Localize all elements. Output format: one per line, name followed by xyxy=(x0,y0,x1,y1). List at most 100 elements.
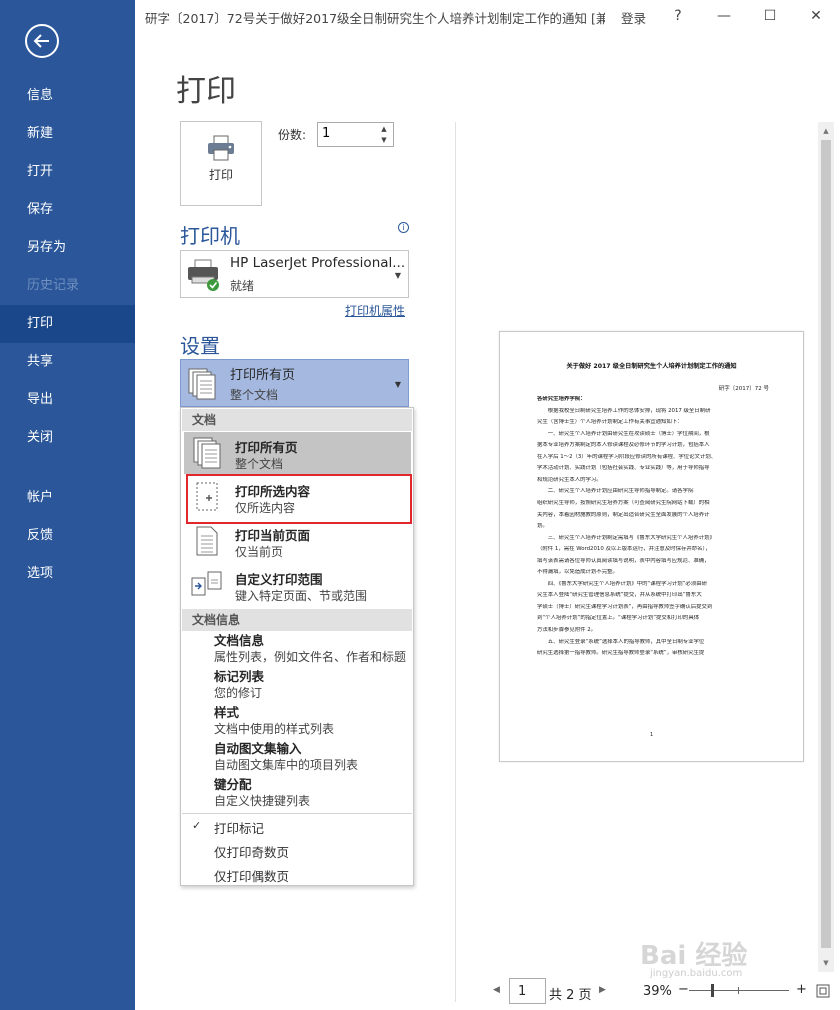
printer-heading: 打印机 xyxy=(180,224,240,248)
nav-item-info[interactable]: 信息 xyxy=(0,77,135,115)
window-title: 研字〔2017〕72号关于做好2017级全日制研究生个人培养计划制定工作的通知 … xyxy=(145,11,605,26)
option-print-selection[interactable]: 打印所选内容 仅所选内容 xyxy=(184,476,411,518)
option-title: 标记列表 xyxy=(214,669,265,684)
print-button-label: 打印 xyxy=(208,168,233,182)
option-subtitle: 仅所选内容 xyxy=(235,501,296,515)
option-autotext[interactable]: 自动图文集输入 自动图文集库中的项目列表 xyxy=(214,741,414,774)
option-print-all-pages[interactable]: 打印所有页 整个文档 xyxy=(184,432,411,474)
print-range-dropdown[interactable]: 打印所有页 整个文档 ▼ xyxy=(180,359,409,407)
option-print-markup[interactable]: 打印标记 xyxy=(214,818,264,837)
option-print-current-page[interactable]: 打印当前页面 仅当前页 xyxy=(184,520,411,562)
selected-range-subtitle: 整个文档 xyxy=(230,388,279,402)
prev-page-icon[interactable]: ◀ xyxy=(493,985,500,995)
nav-item-feedback[interactable]: 反馈 xyxy=(0,517,135,555)
login-link[interactable]: 登录 xyxy=(621,8,646,27)
close-button[interactable]: ✕ xyxy=(801,4,831,28)
zoom-slider[interactable] xyxy=(689,990,789,991)
printer-device-icon xyxy=(188,259,219,291)
scroll-down-icon[interactable]: ▼ xyxy=(818,956,834,970)
option-subtitle: 自定义快捷键列表 xyxy=(214,794,311,808)
preview-text-line: 组织研究生导师，按照研究生培养方案（可查阅研究生院网站下载）的相 xyxy=(537,499,710,506)
option-styles[interactable]: 样式 文档中使用的样式列表 xyxy=(214,705,414,738)
nav-item-print[interactable]: 打印 xyxy=(0,305,135,343)
scroll-up-icon[interactable]: ▲ xyxy=(818,124,834,138)
option-even-pages-only[interactable]: 仅打印偶数页 xyxy=(214,866,289,885)
preview-text-line: 在入学后 1～2（3）年的课程学习阶段应修读的所有课程、学位论文计划、 xyxy=(537,453,717,460)
preview-text-line: 方法和步骤参见附件 2。 xyxy=(537,627,597,633)
preview-doc-title: 关于做好 2017 级全日制研究生个人培养计划制定工作的通知 xyxy=(566,363,737,370)
all-pages-icon xyxy=(188,368,216,400)
settings-heading: 设置 xyxy=(180,334,220,358)
preview-text-line: 学术活动计划、实践计划（包括社会实践、专业实践）等，用于导师指导 xyxy=(537,465,710,472)
info-icon[interactable]: i xyxy=(398,222,409,233)
option-document-info[interactable]: 文档信息 属性列表，例如文件名、作者和标题 xyxy=(214,633,414,666)
backstage-nav: 信息 新建 打开 保存 另存为 历史记录 打印 共享 导出 关闭 帐户 反馈 选… xyxy=(0,0,135,1010)
nav-item-export[interactable]: 导出 xyxy=(0,381,135,419)
preview-text-line: 三、研究生个人培养计划制定需填写《鲁东大学研究生个人培养计划》 xyxy=(537,534,715,541)
preview-text-line: 四、《鲁东大学研究生个人培养计划》中的“课程学习计划”必须由研 xyxy=(537,580,707,587)
option-key-assignments[interactable]: 键分配 自定义快捷键列表 xyxy=(214,777,414,810)
preview-text-line: 一、研究生个人培养计划由研究生在攻读硕士（博士）学位期间，根 xyxy=(537,430,710,437)
preview-text-line: （附件 1，需在 Word2010 及以上版本运行，并注意及时保存并命名）， xyxy=(537,546,711,553)
menu-section-document-info: 文档信息 xyxy=(182,609,412,631)
option-odd-pages-only[interactable]: 仅打印奇数页 xyxy=(214,842,289,861)
current-page-icon xyxy=(196,526,218,556)
print-range-menu: 文档 打印所有页 整个文档 打印所选内容 仅所选内容 打印当前页面 仅当前页 自… xyxy=(180,407,414,886)
back-arrow-icon[interactable] xyxy=(25,24,59,58)
preview-text-line: 各研究生培养学院： xyxy=(537,396,586,402)
printer-icon xyxy=(208,135,234,161)
print-preview-page: 关于做好 2017 级全日制研究生个人培养计划制定工作的通知 研字〔2017〕7… xyxy=(499,331,804,762)
preview-text-line: 二、研究生个人培养计划应由研究生导师指导制定。请各学院 xyxy=(537,488,694,495)
preview-text-line: 究生本人登陆“研究生管理信息系统”提交，并从系统中打印出“鲁东大 xyxy=(537,592,702,599)
chevron-down-icon: ▼ xyxy=(394,271,401,280)
nav-item-close[interactable]: 关闭 xyxy=(0,419,135,457)
zoom-slider-thumb[interactable] xyxy=(711,984,714,997)
zoom-to-page-icon[interactable] xyxy=(816,984,830,998)
all-pages-icon xyxy=(193,437,221,469)
nav-item-options[interactable]: 选项 xyxy=(0,555,135,593)
preview-text-line: 据本专业培养方案制定的本人修读课程及必修环节的学习计划，包括本人 xyxy=(537,442,710,449)
option-title: 打印所选内容 xyxy=(235,484,311,499)
nav-item-new[interactable]: 新建 xyxy=(0,115,135,153)
zoom-in-button[interactable]: + xyxy=(796,982,807,997)
printer-select[interactable]: HP LaserJet Professional... 就绪 ▼ xyxy=(180,250,409,298)
nav-item-history: 历史记录 xyxy=(27,278,80,293)
zoom-out-button[interactable]: − xyxy=(678,982,689,997)
minimize-button[interactable]: — xyxy=(709,4,739,28)
nav-item-account[interactable]: 帐户 xyxy=(0,479,135,517)
current-page-input[interactable]: 1 xyxy=(509,978,546,1004)
option-title: 自动图文集输入 xyxy=(214,741,302,756)
preview-text-line: 不得漏填，以免造成计划不完整。 xyxy=(537,569,618,576)
printer-status: 就绪 xyxy=(230,279,255,293)
nav-item-save[interactable]: 保存 xyxy=(0,191,135,229)
nav-item-open[interactable]: 打开 xyxy=(0,153,135,191)
increment-icon[interactable]: ▲ xyxy=(377,124,391,135)
option-title: 文档信息 xyxy=(214,633,265,648)
next-page-icon[interactable]: ▶ xyxy=(599,985,606,995)
preview-scrollbar[interactable]: ▲ ▼ xyxy=(818,122,834,972)
option-subtitle: 键入特定页面、节或范围 xyxy=(235,589,368,603)
preview-text-line: 到“个人培养计划”的指定位置上。“课程学习计划”提交和打印的具体 xyxy=(537,615,700,622)
option-title: 样式 xyxy=(214,705,240,720)
nav-item-save-as[interactable]: 另存为 xyxy=(0,229,135,267)
scrollbar-thumb[interactable] xyxy=(821,140,831,948)
preview-text-line: 和规范研究生本人的学习。 xyxy=(537,476,602,483)
panel-divider xyxy=(455,122,456,1002)
option-custom-range[interactable]: 自定义打印范围 键入特定页面、节或范围 xyxy=(184,564,411,606)
option-title: 键分配 xyxy=(214,777,252,792)
preview-doc-number: 研字〔2017〕72 号 xyxy=(718,386,769,392)
printer-properties-link[interactable]: 打印机属性 xyxy=(345,302,405,319)
decrement-icon[interactable]: ▼ xyxy=(377,135,391,146)
copies-stepper[interactable]: ▲ ▼ xyxy=(317,122,394,147)
chevron-down-icon: ▼ xyxy=(394,380,401,389)
page-title: 打印 xyxy=(176,74,236,109)
option-markup-list[interactable]: 标记列表 您的修订 xyxy=(214,669,414,702)
help-icon[interactable]: ? xyxy=(663,4,693,28)
print-button[interactable]: 打印 xyxy=(180,121,262,206)
preview-text-line: 研究生选择第一指导教师。研究生指导教师登录“系统”，审核研究生提 xyxy=(537,650,705,657)
preview-footer: ◀ 1 共 2 页 ▶ 39% − + xyxy=(456,976,840,1010)
title-bar: 研字〔2017〕72号关于做好2017级全日制研究生个人培养计划制定工作的通知 … xyxy=(135,0,840,32)
maximize-button[interactable]: ☐ xyxy=(755,4,785,28)
copies-input[interactable] xyxy=(322,126,372,141)
nav-item-share[interactable]: 共享 xyxy=(0,343,135,381)
